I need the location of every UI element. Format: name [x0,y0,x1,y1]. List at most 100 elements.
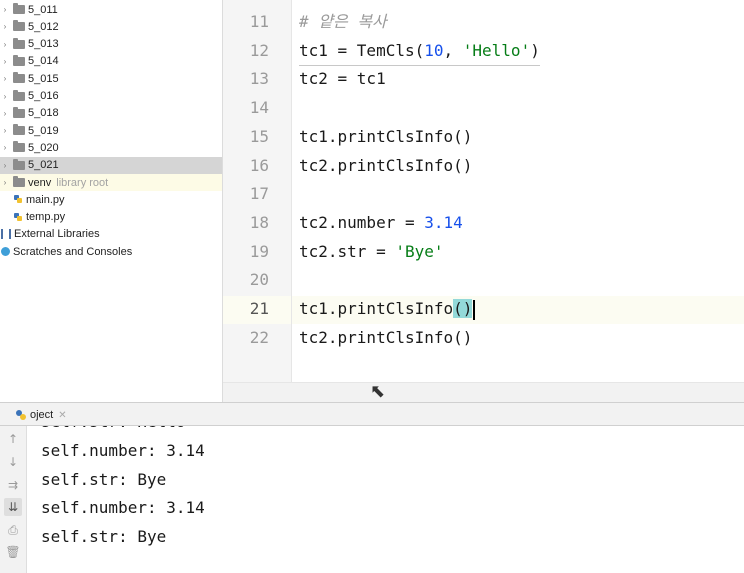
line-number: 18 [249,212,269,232]
line-number: 15 [249,126,269,146]
tree-file-main.py[interactable]: main.py [0,191,222,208]
console-line-partial: self.str: Hello [41,426,186,436]
tree-folder-5_012[interactable]: › 5_012 [0,18,222,35]
code-token: tc2.number = [299,212,425,232]
code-token: tc1 = TemCls( [299,40,425,60]
tree-folder-5_018[interactable]: › 5_018 [0,105,222,122]
console-line: self.str: Bye [41,527,167,547]
code-editor[interactable]: # 얕은 복사 tc1 = TemCls(10, 'Hello') tc2 = tc… [292,0,744,382]
folder-icon [13,158,25,170]
line-number: 13 [249,69,269,89]
tree-folder-5_020[interactable]: › 5_020 [0,139,222,156]
line-number: 17 [249,184,269,204]
chevron-right-icon[interactable]: › [0,74,10,83]
chevron-right-icon[interactable]: › [0,40,10,49]
console-line: self.str: Bye [41,469,167,489]
mouse-pointer-icon: ⬉ [370,381,386,402]
code-line[interactable]: tc1 = TemCls(10, 'Hello') [299,37,540,66]
code-line[interactable]: tc2.number = 3.14 [299,209,463,237]
trash-icon[interactable]: 🗑 [4,543,22,561]
folder-icon [13,54,25,66]
folder-label: venv [28,176,52,189]
folder-icon [13,106,25,118]
close-icon[interactable]: ✕ [58,410,66,421]
code-line[interactable]: tc2.printClsInfo() [299,324,472,352]
code-token: , [443,40,463,60]
folder-icon [13,20,25,32]
up-arrow-icon[interactable]: ↑ [4,430,22,448]
line-number: 22 [249,327,269,347]
folder-label: 5_015 [28,72,59,85]
code-token: ) [530,40,540,60]
tree-external-libraries[interactable]: External Libraries [0,226,222,243]
folder-icon [13,72,25,84]
code-token: 'Hello' [462,40,531,60]
code-token: tc1.printClsInfo [299,299,454,318]
code-token: tc2 = tc1 [299,69,386,89]
code-token: tc2.printClsInfo() [299,327,473,347]
line-number: 19 [249,241,269,261]
chevron-right-icon[interactable]: › [0,22,10,31]
run-tab[interactable]: oject ✕ [16,405,67,425]
code-token: tc1.printClsInfo() [299,126,473,146]
tree-folder-5_019[interactable]: › 5_019 [0,122,222,139]
chevron-right-icon[interactable]: › [0,126,10,135]
scratches-icon [1,247,10,257]
folder-label: 5_019 [28,124,59,137]
tree-folder-5_015[interactable]: › 5_015 [0,70,222,87]
line-number: 20 [249,270,269,290]
console-line: self.number: 3.14 [41,498,205,518]
code-token: 3.14 [424,212,463,232]
library-icon [1,229,11,240]
line-number-gutter: 11 12 13 14 15 16 17 18 19 20 21 22 [223,0,292,382]
console-line: self.number: 3.14 [41,441,205,460]
external-libraries-label: External Libraries [14,228,100,241]
tree-folder-venv[interactable]: › venv library root [0,174,222,191]
chevron-right-icon[interactable]: › [0,161,10,170]
folder-label: 5_020 [28,141,59,154]
code-line[interactable]: tc2.printClsInfo() [299,152,472,180]
scroll-to-end-icon[interactable]: ⇊ [4,498,22,516]
folder-icon [13,3,25,14]
project-tree: › 5_011 › 5_012 › 5_013 › 5_014 › 5_015 › 5_016 › 5_0… [0,0,223,402]
line-number: 12 [249,40,269,60]
file-label: main.py [26,193,65,206]
python-file-icon [13,212,23,223]
code-token: 10 [424,40,444,60]
folder-label: 5_018 [28,107,59,120]
code-token: tc2.str = [299,241,396,261]
chevron-right-icon[interactable]: › [0,5,10,14]
code-token: tc2.printClsInfo() [299,155,473,175]
chevron-right-icon[interactable]: › [0,178,10,187]
chevron-right-icon[interactable]: › [0,92,10,101]
tree-file-temp.py[interactable]: temp.py [0,209,222,226]
tree-folder-5_021[interactable]: › 5_021 [0,156,222,174]
chevron-right-icon[interactable]: › [0,57,10,66]
code-line[interactable]: tc2.str = 'Bye' [299,238,444,266]
run-tool-window-header: oject ✕ [0,402,744,426]
code-line[interactable]: tc1.printClsInfo() [299,295,476,323]
chevron-right-icon[interactable]: › [0,109,10,118]
tree-folder-5_013[interactable]: › 5_013 [0,36,222,53]
code-token: # 얕은 복사 [299,12,387,31]
print-icon[interactable]: ⎙ [4,521,22,539]
tree-folder-5_011[interactable]: › 5_011 [0,1,222,18]
code-line[interactable]: tc1.printClsInfo() [299,123,472,151]
down-arrow-icon[interactable]: ↓ [4,453,22,471]
chevron-right-icon[interactable]: › [0,143,10,152]
tree-scratches[interactable]: Scratches and Consoles [0,243,222,260]
python-file-icon [13,194,23,205]
line-number: 14 [249,98,269,118]
text-caret [473,299,476,320]
code-line[interactable]: # 얕은 복사 [299,8,387,36]
editor-horizontal-scrollbar[interactable] [223,382,744,403]
code-line[interactable]: tc2 = tc1 [299,65,386,93]
soft-wrap-icon[interactable]: ⇉ [4,476,22,494]
file-label: temp.py [26,211,66,224]
folder-label: 5_014 [28,55,59,68]
tree-folder-5_014[interactable]: › 5_014 [0,53,222,70]
tree-folder-5_016[interactable]: › 5_016 [0,88,222,105]
folder-icon [13,176,25,187]
folder-label: 5_011 [28,3,58,16]
run-console-output[interactable]: self.str: Hello self.number: 3.14 self.st… [27,426,744,573]
